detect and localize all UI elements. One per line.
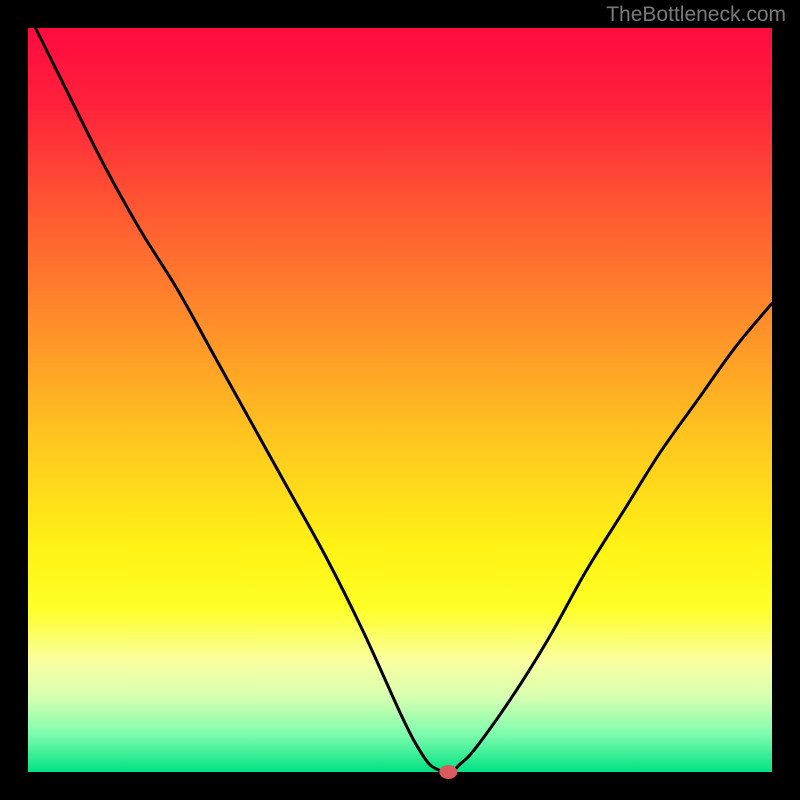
watermark-text: TheBottleneck.com [606, 3, 786, 27]
plot-background [28, 28, 772, 772]
bottleneck-chart [0, 0, 800, 800]
chart-container: { "watermark": "TheBottleneck.com", "cha… [0, 0, 800, 800]
optimal-marker [439, 765, 457, 779]
